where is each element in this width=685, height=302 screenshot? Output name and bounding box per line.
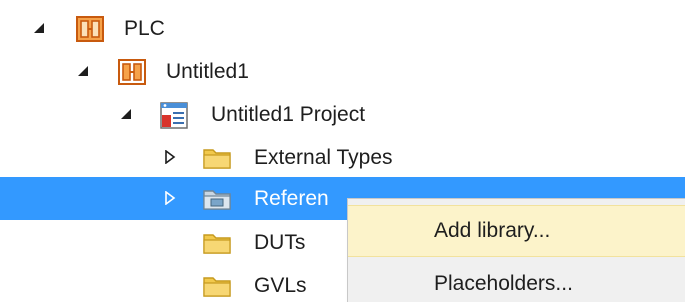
expanded-arrow-icon[interactable] — [73, 61, 93, 81]
tree-node-untitled1-project[interactable]: Untitled1 Project — [0, 93, 685, 136]
tree-node-label: PLC — [124, 17, 165, 40]
folder-icon — [201, 142, 233, 174]
tree-node-label: DUTs — [254, 231, 306, 254]
folder-icon — [201, 227, 233, 259]
tree-node-label: Untitled1 — [166, 60, 249, 83]
folder-icon — [201, 270, 233, 302]
tree-node-label: Referen — [254, 187, 329, 210]
tree-node-external-types[interactable]: External Types — [0, 136, 685, 179]
plc-project-icon — [116, 56, 148, 88]
menu-item-placeholders[interactable]: Placeholders... — [348, 259, 685, 302]
tree-node-label: Untitled1 Project — [211, 103, 366, 126]
solution-explorer: PLC Untitled1 Untitled1 Project External… — [0, 0, 685, 302]
collapsed-arrow-icon[interactable] — [160, 188, 180, 208]
expanded-arrow-icon[interactable] — [29, 18, 49, 38]
collapsed-arrow-icon[interactable] — [160, 147, 180, 167]
tree-node-plc[interactable]: PLC — [0, 7, 685, 50]
plc-icon — [74, 13, 106, 45]
tree-node-label: External Types — [254, 146, 393, 169]
menu-item-label: Placeholders... — [434, 272, 573, 295]
expanded-arrow-icon[interactable] — [116, 104, 136, 124]
references-folder-icon — [201, 183, 233, 215]
tree-node-untitled1[interactable]: Untitled1 — [0, 50, 685, 93]
tree-node-label: GVLs — [254, 274, 307, 297]
menu-item-label: Add library... — [434, 219, 551, 242]
menu-item-add-library[interactable]: Add library... — [348, 205, 685, 257]
project-file-icon — [158, 99, 190, 131]
context-menu: Add library... Placeholders... — [347, 198, 685, 302]
